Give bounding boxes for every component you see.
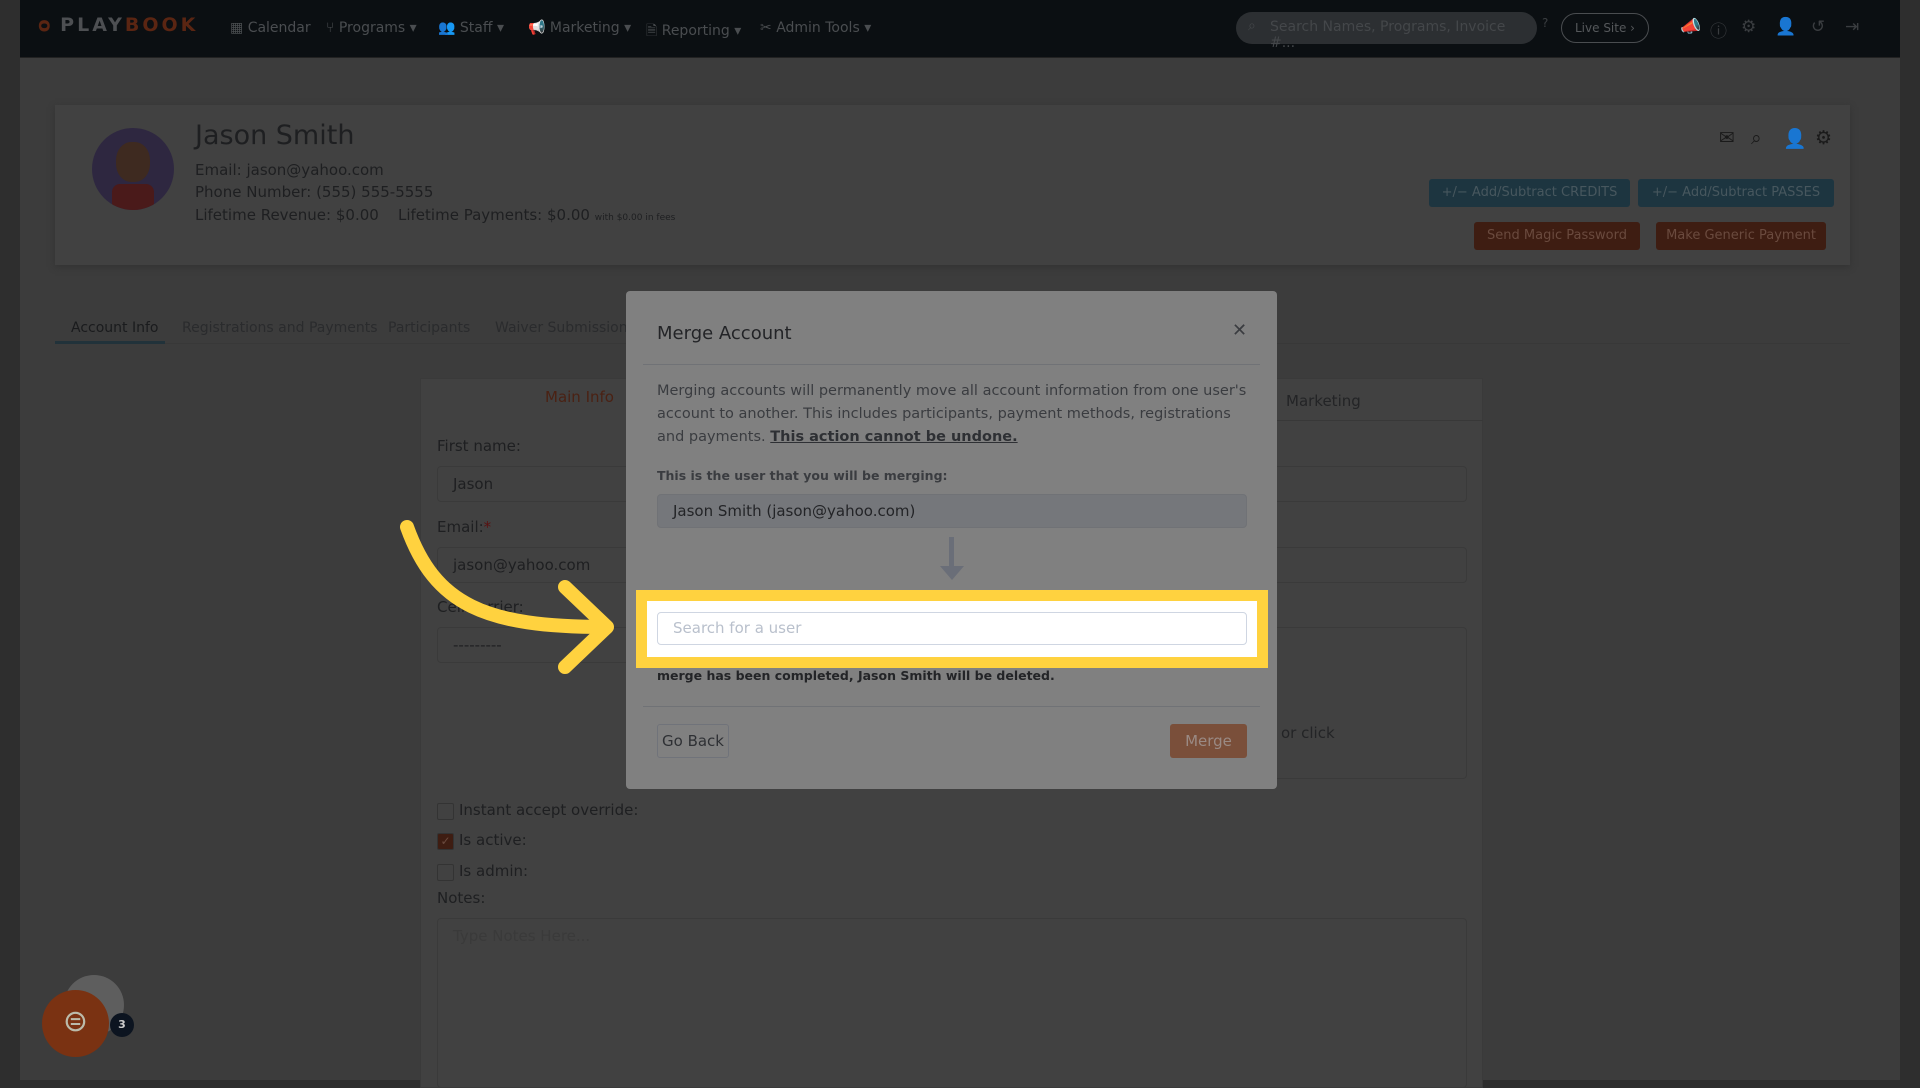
profile-revenue: Lifetime Revenue: $0.00 <box>195 206 379 224</box>
make-generic-payment-button[interactable]: Make Generic Payment <box>1656 222 1826 250</box>
calendar-icon: ▦ <box>230 20 248 36</box>
history-icon[interactable]: ↺ <box>1811 17 1825 37</box>
search-user-input[interactable]: Search for a user <box>657 612 1247 645</box>
profile-phone: Phone Number: (555) 555-5555 <box>195 183 434 201</box>
add-subtract-passes-button[interactable]: +/− Add/Subtract PASSES <box>1638 179 1834 207</box>
tab-registrations-payments[interactable]: Registrations and Payments <box>182 320 378 336</box>
users-icon: 👥 <box>438 20 460 36</box>
help-icon[interactable]: ⓘ <box>1710 17 1727 42</box>
email-icon[interactable]: ✉ <box>1719 127 1735 149</box>
search-icon[interactable]: ⌕ <box>1751 127 1762 149</box>
profile-payments: Lifetime Payments: $0.00 with $0.00 in f… <box>398 206 676 224</box>
nav-programs[interactable]: ⑂ Programs ▾ <box>326 20 417 36</box>
nav-reporting[interactable]: 🗎 Reporting ▾ <box>646 20 741 44</box>
tab-marketing[interactable]: Marketing <box>1286 392 1361 410</box>
chat-unread-badge: 3 <box>110 1013 134 1037</box>
merging-user-field: Jason Smith (jason@yahoo.com) <box>657 494 1247 528</box>
global-search-input[interactable]: ⌕ Search Names, Programs, Invoice #... <box>1236 12 1537 51</box>
live-site-button[interactable]: Live Site › <box>1561 13 1649 43</box>
warning-text: This action cannot be undone. <box>770 429 1018 445</box>
chat-widget-button[interactable]: ⊜ <box>42 990 109 1057</box>
logout-icon[interactable]: ⇥ <box>1845 17 1859 37</box>
megaphone-icon: 📢 <box>528 20 550 36</box>
merge-button[interactable]: Merge <box>1170 724 1247 758</box>
deletion-note: merge has been completed, Jason Smith wi… <box>657 668 1055 683</box>
upload-hint: or click <box>1281 724 1335 742</box>
close-icon[interactable]: ✕ <box>1232 320 1247 341</box>
modal-description: Merging accounts will permanently move a… <box>657 383 1247 445</box>
first-name-input[interactable]: Jason <box>437 466 637 502</box>
nav-staff[interactable]: 👥 Staff ▾ <box>438 20 504 36</box>
phone-input[interactable] <box>1270 547 1467 583</box>
notes-textarea[interactable]: Type Notes Here... <box>437 918 1467 1088</box>
tab-main-info[interactable]: Main Info <box>545 388 614 406</box>
go-back-button[interactable]: Go Back <box>657 724 729 758</box>
add-user-icon[interactable]: 👤 <box>1775 17 1796 37</box>
is-admin-label: Is admin: <box>459 862 529 880</box>
modal-title: Merge Account <box>657 323 792 344</box>
file-icon: 🗎 <box>646 23 662 39</box>
is-active-label: Is active: <box>459 831 527 849</box>
user-check-icon[interactable]: 👤 <box>1783 127 1807 150</box>
tab-account-info[interactable]: Account Info <box>71 320 158 336</box>
first-name-label: First name: <box>437 437 521 455</box>
nav-admin-tools[interactable]: ✂ Admin Tools ▾ <box>760 20 871 36</box>
chat-icon: ⊜ <box>62 1004 89 1039</box>
is-active-checkbox[interactable]: ✓ <box>437 833 454 850</box>
notes-label: Notes: <box>437 889 486 907</box>
active-tab-indicator <box>55 341 165 344</box>
megaphone-add-icon[interactable]: 📣 <box>1680 17 1701 37</box>
instant-accept-checkbox[interactable] <box>437 803 454 820</box>
avatar <box>92 128 174 210</box>
profile-email: Email: jason@yahoo.com <box>195 161 384 179</box>
gear-icon[interactable]: ⚙ <box>1741 17 1756 37</box>
search-icon: ⌕ <box>1248 18 1256 34</box>
nav-marketing[interactable]: 📢 Marketing ▾ <box>528 20 631 36</box>
playbook-logo[interactable]: ᴑ PLAYBOOK <box>38 14 198 36</box>
branch-icon: ⑂ <box>326 20 339 36</box>
is-admin-checkbox[interactable] <box>437 864 454 881</box>
instant-accept-label: Instant accept override: <box>459 801 639 819</box>
tab-participants[interactable]: Participants <box>388 320 470 336</box>
photo-upload-dropzone[interactable] <box>1270 627 1467 779</box>
last-name-input[interactable] <box>1270 466 1467 502</box>
tab-waiver-submissions[interactable]: Waiver Submissions <box>495 320 635 336</box>
send-magic-password-button[interactable]: Send Magic Password <box>1474 222 1640 250</box>
help-small-icon[interactable]: ? <box>1542 16 1548 30</box>
merging-label: This is the user that you will be mergin… <box>657 468 948 483</box>
profile-name: Jason Smith <box>195 120 355 151</box>
nav-calendar[interactable]: ▦ Calendar <box>230 20 311 36</box>
add-subtract-credits-button[interactable]: +/− Add/Subtract CREDITS <box>1429 179 1630 207</box>
tools-icon: ✂ <box>760 20 777 36</box>
gear-icon[interactable]: ⚙ <box>1815 127 1832 149</box>
pointer-arrow-icon <box>400 520 614 674</box>
